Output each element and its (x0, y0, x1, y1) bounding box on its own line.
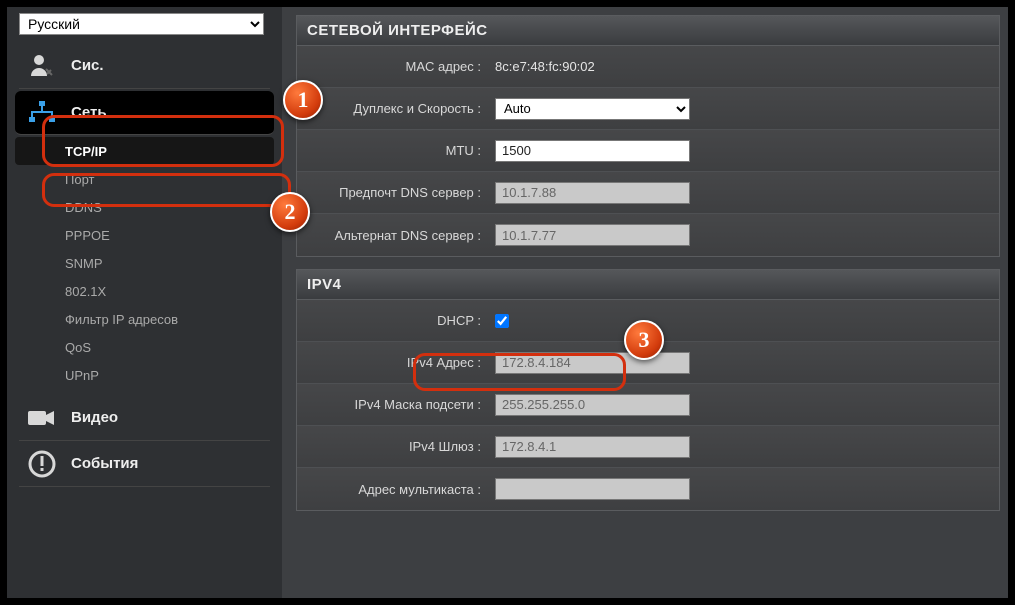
app-frame: Русский Сис. Сеть TCP/IP Порт DDNS PPPOE… (5, 5, 1010, 600)
submenu-item-pppoe[interactable]: PPPOE (19, 221, 270, 249)
sidebar-item-label: Сеть (71, 104, 107, 121)
row-ipv4-mask: IPv4 Маска подсети : (297, 384, 999, 426)
mtu-input[interactable] (495, 140, 690, 162)
submenu-item-qos[interactable]: QoS (19, 333, 270, 361)
mac-value: 8c:e7:48:fc:90:02 (495, 59, 595, 74)
sidebar-item-system[interactable]: Сис. (19, 43, 270, 89)
camera-icon (27, 403, 57, 433)
main-content: СЕТЕВОЙ ИНТЕРФЕЙС MAC адрес : 8c:e7:48:f… (282, 7, 1008, 598)
badge-3: 3 (624, 320, 664, 360)
row-mac: MAC адрес : 8c:e7:48:fc:90:02 (297, 46, 999, 88)
submenu-item-tcpip[interactable]: TCP/IP (15, 137, 274, 165)
sidebar-item-events[interactable]: События (19, 441, 270, 487)
submenu-label: QoS (65, 340, 91, 355)
panel-title: IPV4 (297, 270, 999, 300)
sidebar-item-label: События (71, 455, 138, 472)
submenu-label: TCP/IP (65, 144, 107, 159)
row-dns2: Альтернат DNS сервер : (297, 214, 999, 256)
dhcp-label: DHCP : (297, 313, 487, 328)
submenu-item-snmp[interactable]: SNMP (19, 249, 270, 277)
multicast-input[interactable] (495, 478, 690, 500)
sidebar-item-network[interactable]: Сеть (15, 91, 274, 135)
dns1-input[interactable] (495, 182, 690, 204)
language-select[interactable]: Русский (19, 13, 264, 35)
mac-label: MAC адрес : (297, 59, 487, 74)
submenu-label: DDNS (65, 200, 102, 215)
dhcp-checkbox[interactable] (495, 314, 509, 328)
row-ipv4-gateway: IPv4 Шлюз : (297, 426, 999, 468)
dns2-label: Альтернат DNS сервер : (297, 228, 487, 243)
user-wrench-icon (27, 51, 57, 81)
multicast-label: Адрес мультикаста : (297, 482, 487, 497)
panel-ipv4: IPV4 DHCP : IPv4 Адрес : IPv4 Маска подс… (296, 269, 1000, 511)
submenu-item-upnp[interactable]: UPnP (19, 361, 270, 389)
duplex-label: Дуплекс и Скорость : (297, 101, 487, 116)
submenu-item-ipfilter[interactable]: Фильтр IP адресов (19, 305, 270, 333)
submenu-item-port[interactable]: Порт (19, 165, 270, 193)
ipv4-address-input[interactable] (495, 352, 690, 374)
ipv4-gateway-label: IPv4 Шлюз : (297, 439, 487, 454)
submenu-label: PPPOE (65, 228, 110, 243)
row-dns1: Предпочт DNS сервер : (297, 172, 999, 214)
mtu-label: MTU : (297, 143, 487, 158)
badge-2: 2 (270, 192, 310, 232)
dns2-input[interactable] (495, 224, 690, 246)
submenu-item-ddns[interactable]: DDNS (19, 193, 270, 221)
submenu-label: Порт (65, 172, 94, 187)
ipv4-gateway-input[interactable] (495, 436, 690, 458)
sidebar-item-label: Сис. (71, 57, 104, 74)
row-multicast: Адрес мультикаста : (297, 468, 999, 510)
ipv4-address-label: IPv4 Адрес : (297, 355, 487, 370)
badge-1: 1 (283, 80, 323, 120)
panel-network-interface: СЕТЕВОЙ ИНТЕРФЕЙС MAC адрес : 8c:e7:48:f… (296, 15, 1000, 257)
sidebar-item-video[interactable]: Видео (19, 395, 270, 441)
duplex-select[interactable]: Auto (495, 98, 690, 120)
network-submenu: TCP/IP Порт DDNS PPPOE SNMP 802.1X Фильт… (19, 137, 270, 395)
submenu-label: SNMP (65, 256, 103, 271)
alert-icon (27, 449, 57, 479)
ipv4-mask-label: IPv4 Маска подсети : (297, 397, 487, 412)
row-duplex: Дуплекс и Скорость : Auto (297, 88, 999, 130)
submenu-label: Фильтр IP адресов (65, 312, 178, 327)
ipv4-mask-input[interactable] (495, 394, 690, 416)
submenu-label: 802.1X (65, 284, 106, 299)
row-mtu: MTU : (297, 130, 999, 172)
sidebar: Русский Сис. Сеть TCP/IP Порт DDNS PPPOE… (7, 7, 282, 598)
network-icon (27, 98, 57, 128)
dns1-label: Предпочт DNS сервер : (297, 185, 487, 200)
panel-title: СЕТЕВОЙ ИНТЕРФЕЙС (297, 16, 999, 46)
submenu-label: UPnP (65, 368, 99, 383)
submenu-item-8021x[interactable]: 802.1X (19, 277, 270, 305)
sidebar-item-label: Видео (71, 409, 118, 426)
